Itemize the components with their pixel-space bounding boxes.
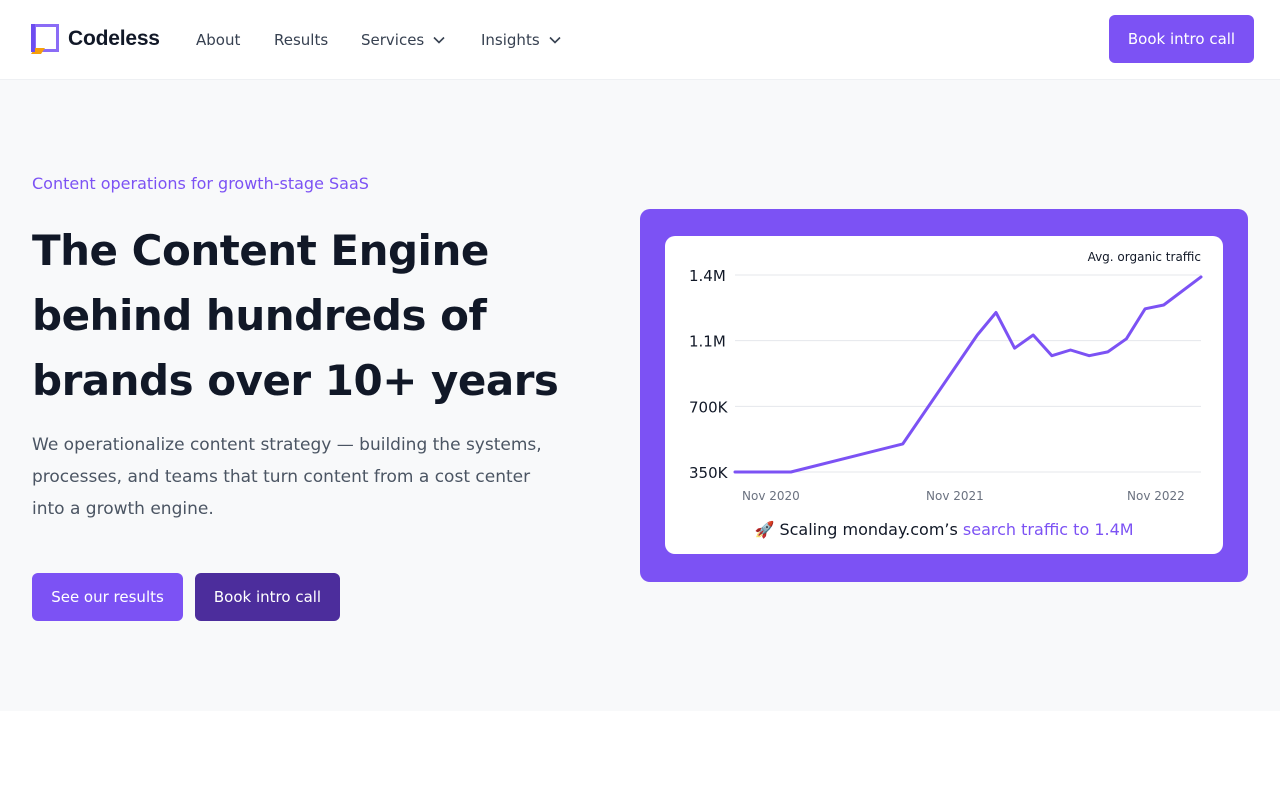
- book-intro-call-button[interactable]: Book intro call: [195, 573, 340, 621]
- y-tick-label: 1.4M: [689, 267, 726, 285]
- x-tick-label: Nov 2020: [742, 489, 800, 503]
- book-intro-call-header-button[interactable]: Book intro call: [1109, 15, 1254, 63]
- y-tick-label: 700K: [689, 398, 729, 416]
- traffic-chart: 1.4M 1.1M 700K 350K Nov 2020 Nov 2021 Nov 2022…: [689, 250, 1203, 503]
- x-tick-label: Nov 2021: [926, 489, 984, 503]
- hero-headline: The Content Engine behind hundreds of br…: [32, 226, 559, 405]
- y-tick-label: 1.1M: [689, 333, 726, 351]
- data-point: [1013, 347, 1016, 350]
- nav-results[interactable]: Results: [274, 31, 328, 49]
- data-point: [1032, 334, 1035, 337]
- nav-insights[interactable]: Insights: [481, 31, 562, 49]
- nav-services[interactable]: Services: [361, 31, 446, 49]
- data-point: [1106, 350, 1109, 353]
- chart-frame: 1.4M 1.1M 700K 350K Nov 2020 Nov 2021 Nov 2022…: [640, 209, 1248, 582]
- brand-name[interactable]: Codeless: [68, 27, 160, 51]
- see-our-results-button[interactable]: See our results: [32, 573, 183, 621]
- hero-eyebrow: Content operations for growth-stage SaaS: [32, 174, 369, 193]
- data-point: [976, 334, 979, 337]
- nav-about[interactable]: About: [196, 31, 240, 49]
- hero-subtext: We operationalize content strategy — bui…: [32, 435, 542, 519]
- caption-text: Scaling monday.com’s: [779, 520, 958, 539]
- y-tick-label: 350K: [689, 464, 729, 482]
- data-point: [789, 471, 792, 474]
- site-header: Codeless About Results Services Insights…: [0, 0, 1280, 80]
- rocket-icon: 🚀: [754, 520, 775, 539]
- traffic-line: [733, 275, 1203, 474]
- chart-title: Avg. organic traffic: [1088, 250, 1201, 264]
- data-point: [1088, 354, 1091, 357]
- chart-caption: 🚀 Scaling monday.com’s search traffic to…: [665, 520, 1223, 539]
- data-point: [1125, 337, 1128, 340]
- traffic-chart-card: 1.4M 1.1M 700K 350K Nov 2020 Nov 2021 Nov 2022…: [665, 236, 1223, 554]
- data-point: [995, 311, 998, 314]
- nav-insights-label: Insights: [481, 31, 540, 49]
- data-point: [1162, 304, 1165, 307]
- nav-services-label: Services: [361, 31, 425, 49]
- caption-highlight: search traffic to 1.4M: [962, 520, 1134, 539]
- data-point: [1144, 307, 1147, 310]
- codeless-logo-icon[interactable]: [31, 24, 61, 54]
- chevron-down-icon: [549, 36, 561, 44]
- data-point: [1200, 275, 1203, 278]
- chevron-down-icon: [433, 36, 445, 44]
- data-point: [901, 442, 904, 445]
- data-point: [1050, 354, 1053, 357]
- data-point: [1069, 349, 1072, 352]
- nav-results-label: Results: [274, 31, 329, 49]
- nav-about-label: About: [196, 31, 241, 49]
- x-tick-label: Nov 2022: [1127, 489, 1185, 503]
- data-point: [734, 471, 737, 474]
- hero-section: Content operations for growth-stage SaaS…: [0, 80, 1280, 711]
